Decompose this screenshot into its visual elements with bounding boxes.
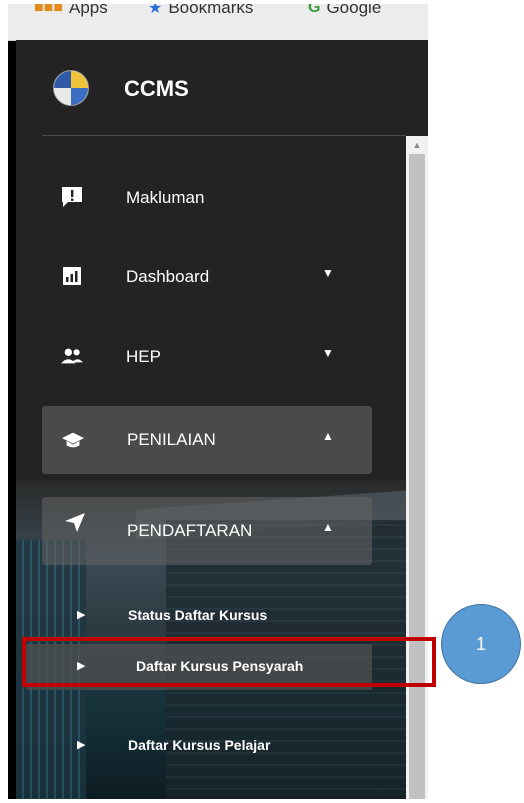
nav-item-label: HEP: [126, 347, 161, 366]
apps-grid-icon: ■■■: [34, 4, 63, 16]
nav-item-makluman[interactable]: Makluman: [16, 168, 406, 228]
play-arrow-icon: ▶: [77, 609, 86, 621]
bookmark-google-label: Google: [326, 4, 382, 17]
bookmark-bookmarks-label: Bookmarks: [168, 4, 254, 17]
subnav-item-status-daftar-kursus[interactable]: ▶ Status Daftar Kursus: [16, 596, 406, 636]
sidebar-scrollbar[interactable]: ▲: [406, 136, 428, 799]
chevron-down-icon: ▼: [322, 346, 334, 360]
bookmarks-bar: ■■■ Apps ★ Bookmarks G Google: [8, 4, 428, 41]
nav-item-label: PENDAFTARAN: [127, 521, 253, 540]
callout-number-badge: 1: [441, 604, 521, 684]
sidebar-header[interactable]: CCMS: [16, 40, 406, 136]
subnav-item-daftar-kursus-pelajar[interactable]: ▶ Daftar Kursus Pelajar: [16, 726, 406, 766]
callout-number: 1: [475, 633, 486, 654]
bookmark-google[interactable]: G Google: [308, 4, 381, 18]
nav-item-penilaian[interactable]: PENILAIAN ▲: [42, 406, 372, 474]
nav-item-dashboard[interactable]: Dashboard ▼: [16, 247, 406, 307]
bookmark-apps-label: Apps: [69, 4, 108, 17]
chevron-down-icon: ▼: [322, 266, 334, 280]
people-group-icon: [61, 348, 83, 364]
app-title: CCMS: [124, 76, 189, 101]
nav-item-label: PENILAIAN: [127, 430, 216, 449]
send-arrow-icon: [65, 513, 85, 532]
graduation-cap-icon: [62, 432, 84, 448]
dashboard-chart-icon: [63, 267, 81, 285]
scroll-thumb[interactable]: [409, 154, 425, 799]
nav-item-label: Dashboard: [126, 267, 210, 286]
nav-item-hep[interactable]: HEP ▼: [16, 327, 406, 387]
chevron-up-icon: ▲: [322, 429, 334, 443]
scroll-up-arrow-icon[interactable]: ▲: [406, 136, 428, 154]
bookmark-apps[interactable]: ■■■ Apps: [34, 4, 108, 18]
header-divider: [42, 135, 406, 136]
nav-item-pendaftaran[interactable]: PENDAFTARAN ▲: [42, 497, 372, 565]
google-logo-icon: G: [308, 4, 321, 16]
subnav-item-label: Daftar Kursus Pelajar: [128, 737, 271, 753]
callout-highlight-box: [22, 637, 436, 687]
chevron-up-icon: ▲: [322, 520, 334, 534]
subnav-item-label: Status Daftar Kursus: [128, 607, 268, 623]
bookmark-bookmarks[interactable]: ★ Bookmarks: [148, 4, 253, 18]
play-arrow-icon: ▶: [77, 739, 86, 751]
alert-message-icon: [62, 187, 82, 207]
nav-item-label: Makluman: [126, 188, 205, 207]
ccms-logo-icon: [53, 70, 89, 106]
star-icon: ★: [148, 4, 163, 17]
